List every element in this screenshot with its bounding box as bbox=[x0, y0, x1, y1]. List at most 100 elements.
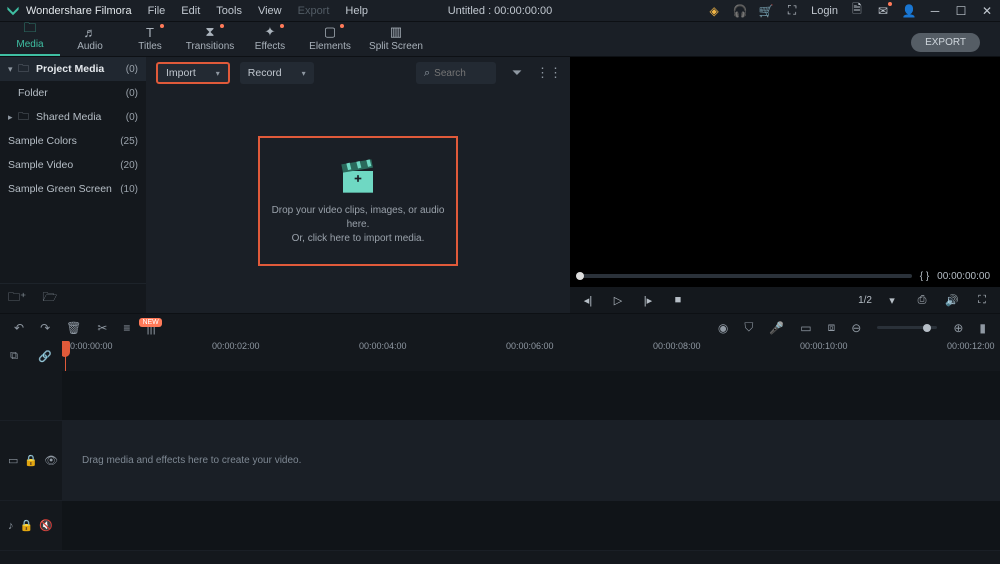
sidebar-item-sample-green-screen[interactable]: Sample Green Screen (10) bbox=[0, 177, 146, 201]
playhead[interactable] bbox=[65, 341, 66, 371]
zoom-handle[interactable] bbox=[923, 324, 931, 332]
tab-media[interactable]: 🗀 Media bbox=[0, 19, 60, 56]
delete-icon[interactable]: 🗑 bbox=[66, 321, 81, 335]
minimize-button[interactable]: ─ bbox=[928, 4, 942, 18]
track-row-audio: ♪ 🔒 🔇 bbox=[0, 501, 1000, 551]
zoom-in-icon[interactable]: ⊕ bbox=[953, 321, 963, 335]
search-box[interactable]: ⌕ bbox=[416, 62, 496, 84]
prev-frame-button[interactable]: ◂| bbox=[578, 290, 598, 310]
tab-elements[interactable]: ▢ Elements bbox=[300, 21, 360, 56]
menu-tools[interactable]: Tools bbox=[216, 5, 242, 17]
split-icon[interactable]: ✂ bbox=[97, 321, 107, 335]
import-dropdown[interactable]: Import ▾ bbox=[156, 62, 230, 84]
stop-button[interactable]: ■ bbox=[668, 290, 688, 310]
add-folder-icon[interactable]: 🗀⁺ bbox=[8, 288, 26, 309]
preview-marks: { } bbox=[920, 271, 929, 282]
chevron-down-icon[interactable]: ▾ bbox=[882, 290, 902, 310]
search-icon: ⌕ bbox=[424, 67, 430, 80]
timeline-zoom-slider[interactable] bbox=[877, 326, 937, 329]
tab-split-screen[interactable]: ▥ Split Screen bbox=[360, 21, 432, 56]
login-button[interactable]: Login bbox=[811, 5, 838, 17]
volume-icon[interactable]: 🔊 bbox=[942, 290, 962, 310]
preview-zoom[interactable]: 1/2 bbox=[858, 295, 872, 306]
undo-icon[interactable]: ↶ bbox=[14, 321, 24, 335]
cart-icon[interactable]: 🛒 bbox=[759, 4, 773, 18]
timeline-tracks: ▭ 🔒 👁 Drag media and effects here to cre… bbox=[0, 371, 1000, 551]
top-tabs: 🗀 Media ♬ Audio T Titles ⧗ Transitions ✦… bbox=[0, 22, 1000, 57]
sidebar-item-sample-video[interactable]: Sample Video (20) bbox=[0, 153, 146, 177]
mic-icon[interactable]: 🎤 bbox=[769, 321, 784, 335]
sidebar-item-folder[interactable]: Folder (0) bbox=[0, 81, 146, 105]
link-icon[interactable]: 🔗 bbox=[38, 350, 52, 363]
ruler-track[interactable]: 00:00:00:00 00:00:02:00 00:00:04:00 00:0… bbox=[62, 341, 1000, 371]
tab-titles[interactable]: T Titles bbox=[120, 21, 180, 56]
media-panel: Import ▾ Record ▾ ⌕ ⏷ ⋮⋮ bbox=[146, 57, 570, 313]
sparkle-icon: ✦ bbox=[265, 25, 276, 39]
track-body-audio[interactable] bbox=[62, 501, 1000, 550]
app-name: Wondershare Filmora bbox=[26, 5, 132, 17]
maximize-button[interactable]: ☐ bbox=[954, 4, 968, 18]
duplicate-icon[interactable]: ⧉ bbox=[10, 350, 18, 363]
sidebar-item-shared-media[interactable]: ▸ 🗀 Shared Media (0) bbox=[0, 105, 146, 129]
menu-view[interactable]: View bbox=[258, 5, 282, 17]
preview-timecode: 00:00:00:00 bbox=[937, 271, 990, 282]
zoom-out-icon[interactable]: ⊖ bbox=[851, 321, 861, 335]
grid-view-icon[interactable]: ⋮⋮ bbox=[538, 62, 560, 84]
track-body[interactable] bbox=[62, 371, 1000, 420]
save-icon[interactable]: 🗎 bbox=[850, 4, 864, 18]
diamond-icon[interactable]: ◈ bbox=[707, 4, 721, 18]
fullscreen-icon[interactable]: ⛶ bbox=[972, 290, 992, 310]
seek-handle[interactable] bbox=[576, 272, 584, 280]
crop-icon[interactable]: ⧈ bbox=[828, 320, 836, 335]
export-button[interactable]: EXPORT bbox=[911, 33, 980, 52]
close-button[interactable]: ✕ bbox=[980, 4, 994, 18]
eye-icon[interactable]: 👁 bbox=[44, 454, 58, 467]
tab-audio[interactable]: ♬ Audio bbox=[60, 21, 120, 56]
text-icon: T bbox=[146, 25, 154, 39]
preview-panel: { } 00:00:00:00 ◂| ▷ |▸ ■ 1/2 ▾ ⎙ 🔊 ⛶ bbox=[570, 57, 1000, 313]
lock-icon[interactable]: 🔒 bbox=[24, 454, 38, 467]
folder-icon: 🗀 bbox=[23, 23, 36, 37]
menu-edit[interactable]: Edit bbox=[181, 5, 200, 17]
timeline-ruler: ⧉ 🔗 00:00:00:00 00:00:02:00 00:00:04:00 … bbox=[0, 341, 1000, 371]
preview-viewport bbox=[570, 57, 1000, 265]
snapshot-icon[interactable]: ⎙ bbox=[912, 290, 932, 310]
sidebar-item-sample-colors[interactable]: Sample Colors (25) bbox=[0, 129, 146, 153]
play-button[interactable]: ▷ bbox=[608, 290, 628, 310]
tab-effects[interactable]: ✦ Effects bbox=[240, 21, 300, 56]
video-track-icon: ▭ bbox=[8, 454, 18, 467]
import-dropzone[interactable]: Drop your video clips, images, or audio … bbox=[258, 136, 458, 266]
tab-transitions[interactable]: ⧗ Transitions bbox=[180, 21, 240, 56]
marker-shield-icon[interactable]: ⛉ bbox=[744, 320, 753, 335]
track-body-video[interactable]: Drag media and effects here to create yo… bbox=[62, 421, 1000, 500]
zoom-fit-icon[interactable]: ▮ bbox=[979, 321, 986, 335]
text-align-icon[interactable]: ≡ bbox=[123, 321, 130, 335]
menu-file[interactable]: File bbox=[148, 5, 166, 17]
filter-icon[interactable]: ⏷ bbox=[506, 62, 528, 84]
record-dropdown[interactable]: Record ▾ bbox=[240, 62, 314, 84]
marker-icon[interactable]: ▭ bbox=[800, 321, 811, 335]
headphones-icon[interactable]: 🎧 bbox=[733, 4, 747, 18]
gift-icon[interactable]: ⛶ bbox=[785, 4, 799, 18]
adjust-icon[interactable]: |||NEW bbox=[146, 321, 155, 335]
app-logo-icon bbox=[6, 4, 20, 18]
preview-seek-bar[interactable] bbox=[580, 274, 912, 278]
search-input[interactable] bbox=[434, 68, 484, 79]
chevron-down-icon: ▾ bbox=[8, 64, 18, 75]
redo-icon[interactable]: ↷ bbox=[40, 321, 50, 335]
mute-icon[interactable]: 🔇 bbox=[39, 519, 53, 532]
playhead-handle[interactable] bbox=[62, 341, 70, 357]
title-bar: Wondershare Filmora File Edit Tools View… bbox=[0, 0, 1000, 22]
lock-icon[interactable]: 🔒 bbox=[20, 519, 34, 532]
track-row-video: ▭ 🔒 👁 Drag media and effects here to cre… bbox=[0, 421, 1000, 501]
next-frame-button[interactable]: |▸ bbox=[638, 290, 658, 310]
user-icon[interactable]: 👤 bbox=[902, 4, 916, 18]
open-folder-icon[interactable]: 🗁 bbox=[42, 288, 57, 309]
mail-icon[interactable]: ✉ bbox=[876, 4, 890, 18]
media-sidebar: ▾ 🗀 Project Media (0) Folder (0) ▸ 🗀 Sha… bbox=[0, 57, 146, 313]
sidebar-item-project-media[interactable]: ▾ 🗀 Project Media (0) bbox=[0, 57, 146, 81]
timeline-toolbar: ↶ ↷ 🗑 ✂ ≡ |||NEW ◉ ⛉ 🎤 ▭ ⧈ ⊖ ⊕ ▮ bbox=[0, 313, 1000, 341]
chevron-down-icon: ▾ bbox=[216, 69, 220, 78]
record-icon[interactable]: ◉ bbox=[718, 321, 728, 335]
menu-help[interactable]: Help bbox=[345, 5, 368, 17]
